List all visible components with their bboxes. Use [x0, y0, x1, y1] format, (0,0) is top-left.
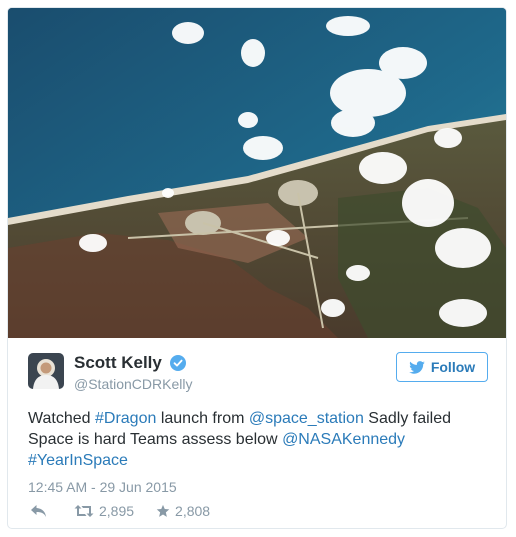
mention-link[interactable]: @NASAKennedy: [282, 431, 405, 448]
hashtag-link[interactable]: #YearInSpace: [28, 452, 128, 469]
astronaut-avatar-icon: [28, 353, 64, 389]
tweet-timestamp[interactable]: 12:45 AM - 29 Jun 2015: [28, 479, 177, 495]
hashtag-link[interactable]: #Dragon: [95, 410, 156, 427]
tweet-card: Scott Kelly @StationCDRKelly Follow Watc…: [7, 7, 507, 529]
like-count: 2,808: [175, 503, 211, 519]
twitter-bird-icon: [409, 360, 425, 374]
like-button[interactable]: 2,808: [156, 503, 210, 519]
author-handle[interactable]: @StationCDRKelly: [74, 376, 192, 392]
avatar[interactable]: [28, 353, 64, 389]
follow-label: Follow: [430, 359, 476, 375]
follow-button[interactable]: Follow: [396, 352, 488, 382]
verified-badge-icon: [170, 355, 187, 371]
author-display-name[interactable]: Scott Kelly: [74, 353, 162, 373]
author-names: Scott Kelly @StationCDRKelly: [74, 353, 192, 392]
reply-button[interactable]: [30, 504, 52, 518]
earth-from-space-image: [8, 8, 506, 338]
tweet-text: Watched #Dragon launch from @space_stati…: [28, 408, 488, 471]
retweet-icon: [74, 505, 94, 517]
tweet-actions: 2,895 2,808: [30, 502, 232, 520]
reply-icon: [31, 505, 46, 517]
tweet-text-segment: Watched: [28, 410, 95, 427]
tweet-photo[interactable]: [8, 8, 506, 338]
tweet-text-segment: launch from: [156, 410, 249, 427]
retweet-count: 2,895: [99, 503, 135, 519]
mention-link[interactable]: @space_station: [249, 410, 364, 427]
star-icon: [156, 504, 170, 517]
tweet-header: Scott Kelly @StationCDRKelly Follow: [28, 351, 488, 397]
retweet-button[interactable]: 2,895: [74, 503, 134, 519]
